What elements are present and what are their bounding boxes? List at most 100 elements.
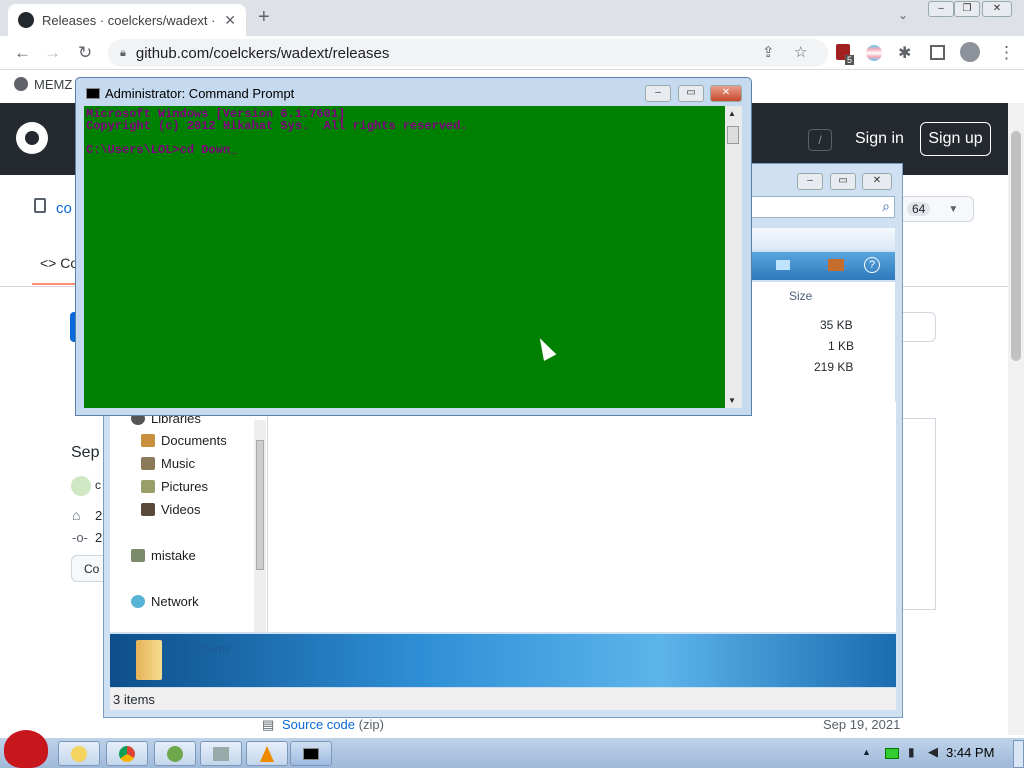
repo-owner-link[interactable]: co (56, 200, 72, 217)
computer-icon (131, 549, 145, 562)
puzzle-icon[interactable]: ✱ (898, 43, 911, 63)
profile-icon[interactable] (960, 42, 980, 62)
back-icon[interactable]: ← (14, 43, 31, 63)
volume-icon[interactable]: ◀ (928, 744, 938, 760)
vlc-icon (260, 746, 274, 762)
nav-network[interactable]: Network (131, 594, 199, 609)
file-size-3: 219 KB (814, 360, 854, 374)
network-tray-icon[interactable]: ▮ (908, 745, 915, 759)
cmd-maximize-button[interactable]: ▭ (678, 85, 704, 102)
taskbar-chrome-button[interactable] (106, 741, 148, 766)
cmd-scrollbar[interactable]: ▲ ▼ (725, 106, 742, 408)
source-code-link[interactable]: Source code (zip) (282, 717, 384, 732)
star-icon[interactable]: ☆ (794, 43, 807, 61)
page-scrollbar[interactable] (1008, 103, 1024, 735)
taskbar-cmd-button[interactable] (290, 741, 332, 766)
nav-documents[interactable]: Documents (141, 433, 227, 448)
commit-text[interactable]: 2 (95, 530, 102, 545)
taskbar-vlc-button[interactable] (246, 741, 288, 766)
explorer-status-bar: 3 items (110, 688, 896, 710)
scroll-up-icon[interactable]: ▲ (728, 109, 736, 118)
reload-icon[interactable]: ↻ (78, 43, 92, 63)
scroll-thumb[interactable] (727, 126, 739, 144)
maximize-button[interactable]: ❐ (954, 1, 980, 17)
bookmark-memz[interactable]: MEMZ (34, 77, 72, 92)
sidepanel-icon[interactable] (930, 45, 945, 60)
browser-toolbar: ← → ↻ 🔒︎ github.com/coelckers/wadext/rel… (0, 36, 1024, 70)
minimize-button[interactable]: – (928, 1, 954, 17)
filter-input-edge[interactable] (900, 312, 936, 342)
address-bar[interactable]: 🔒︎ github.com/coelckers/wadext/releases (108, 39, 828, 67)
explorer-search-input[interactable]: ⌕ (750, 196, 895, 218)
forward-icon[interactable]: → (44, 43, 61, 63)
cmd-icon (86, 88, 100, 99)
nav-scrollbar[interactable] (254, 420, 266, 632)
battery-icon[interactable] (885, 748, 899, 759)
code-icon: <> (40, 255, 57, 271)
sign-in-link[interactable]: Sign in (855, 130, 904, 148)
console-line-2: Copyright (c) 2012 Hikahat Sys. All righ… (86, 119, 468, 133)
cmd-console[interactable]: Microsoft Windows [Version 6.1.7601] Copy… (84, 106, 725, 408)
taskbar-app4-button[interactable] (200, 741, 242, 766)
menu-icon[interactable]: ⋮ (998, 43, 1015, 63)
tray-expand-icon[interactable]: ▲ (862, 747, 871, 757)
file-size-2: 1 KB (828, 339, 855, 353)
close-window-button[interactable]: ✕ (982, 1, 1012, 17)
console-prompt: C:\Users\LOL>cd Down_ (86, 143, 238, 157)
folder-icon (136, 640, 162, 680)
cmd-minimize-button[interactable]: – (645, 85, 671, 102)
commit-icon: -o- (72, 530, 88, 545)
show-desktop-button[interactable] (1013, 740, 1024, 768)
taskbar-app3-button[interactable] (154, 741, 196, 766)
music-icon (141, 457, 155, 470)
nav-mistake[interactable]: mistake (131, 548, 196, 563)
share-icon[interactable]: ⇪ (762, 43, 775, 61)
avatar[interactable] (71, 476, 91, 496)
taskbar-explorer-button[interactable] (58, 741, 100, 766)
sign-up-button[interactable]: Sign up (920, 122, 991, 156)
explorer-close-button[interactable]: ✕ (862, 173, 892, 190)
explorer-minimize-button[interactable]: – (797, 173, 823, 190)
search-icon[interactable]: ⌕ (882, 198, 890, 215)
help-icon[interactable]: ? (864, 257, 880, 273)
tab-search-chevron-icon[interactable]: ⌄ (898, 8, 908, 22)
views-icon[interactable] (776, 260, 790, 270)
cmd-taskbar-icon (303, 748, 319, 760)
explorer-nav-pane: Libraries Documents Music Pictures Video… (110, 402, 268, 632)
lock-icon: 🔒︎ (120, 46, 126, 59)
browser-tab[interactable]: Releases · coelckers/wadext · G ✕ (8, 4, 246, 36)
close-tab-icon[interactable]: ✕ (224, 12, 236, 29)
zip-icon: ▤ (262, 717, 275, 732)
fork-counter[interactable]: 64 ▼ (900, 196, 974, 222)
preview-pane-icon[interactable] (828, 259, 844, 271)
search-slash-hint: / (808, 129, 832, 151)
nav-pictures[interactable]: Pictures (141, 479, 208, 494)
taskbar-clock[interactable]: 3:44 PM (946, 745, 994, 760)
cmd-close-button[interactable]: ✕ (710, 85, 742, 102)
nav-videos[interactable]: Videos (141, 502, 201, 517)
start-button-bird-icon[interactable] (4, 730, 48, 768)
new-tab-button[interactable]: + (258, 6, 270, 29)
videos-icon (141, 503, 155, 516)
chevron-down-icon: ▼ (948, 203, 959, 215)
tag-text[interactable]: 2 (95, 508, 102, 523)
asset-date: Sep 19, 2021 (823, 717, 901, 732)
compare-button[interactable]: Co (71, 555, 107, 582)
release-date: Sep (71, 444, 100, 461)
bookmark-globe-icon (14, 77, 28, 91)
network-icon (131, 595, 145, 608)
file-size-1: 35 KB (820, 318, 853, 332)
github-logo-icon[interactable] (16, 122, 48, 154)
explorer-details-banner: 3 items (110, 634, 896, 687)
code-tab[interactable]: <> Co (40, 255, 78, 271)
chrome-icon (119, 746, 135, 762)
url-text: github.com/coelckers/wadext/releases (135, 44, 390, 62)
explorer-maximize-button[interactable]: ▭ (830, 173, 856, 190)
size-column-header[interactable]: Size (789, 289, 812, 303)
explorer-icon (71, 746, 87, 762)
extension-flag-icon[interactable] (866, 45, 882, 61)
nav-music[interactable]: Music (141, 456, 195, 471)
scroll-down-icon[interactable]: ▼ (728, 396, 736, 405)
github-favicon-icon (18, 12, 34, 28)
tag-icon: ⌂ (72, 507, 81, 523)
